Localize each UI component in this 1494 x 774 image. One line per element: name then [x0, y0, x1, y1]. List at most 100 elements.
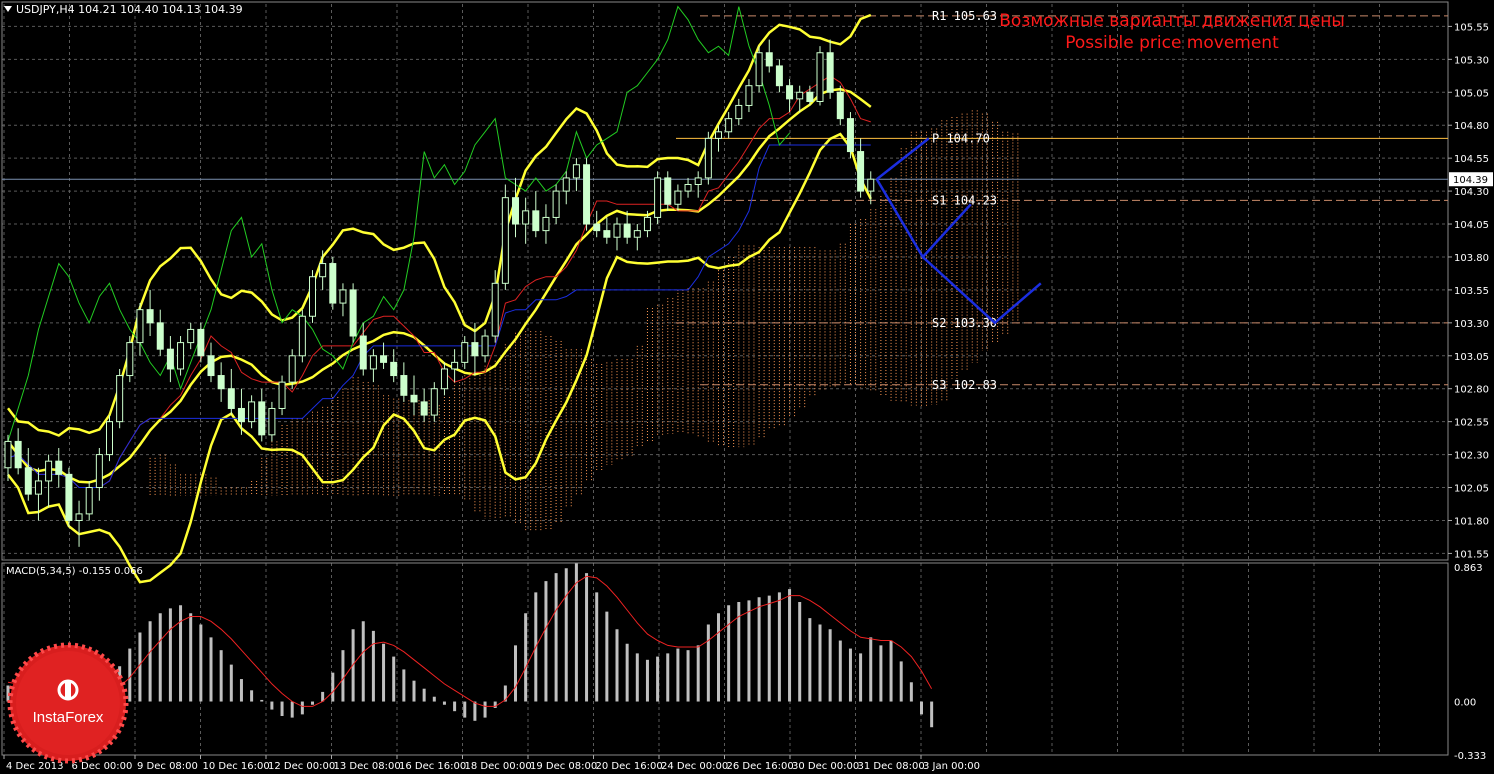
time-tick-label: 19 Dec 08:00	[530, 761, 597, 772]
candle-body	[24, 467, 32, 495]
candle-body	[116, 375, 124, 423]
candle-body	[237, 407, 245, 423]
candle-body	[461, 342, 469, 363]
price-tick-label: 101.80	[1454, 516, 1489, 527]
candle-body	[146, 309, 154, 324]
time-tick-label: 3 Jan 00:00	[923, 761, 980, 772]
candle-body	[359, 335, 367, 370]
candle-body	[369, 355, 377, 370]
candle-body	[65, 473, 73, 521]
price-tick-label: 102.55	[1454, 418, 1489, 429]
candle-body	[390, 361, 398, 377]
candle-body	[45, 460, 53, 482]
time-tick-label: 26 Dec 16:00	[727, 761, 794, 772]
candle-body	[85, 487, 93, 515]
candle-body	[836, 91, 844, 120]
candle-body	[451, 361, 459, 370]
candle-body	[755, 52, 763, 87]
candle-body	[786, 85, 794, 100]
macd-tick-label: 0.00	[1454, 698, 1476, 709]
price-tick-label: 104.80	[1454, 121, 1489, 132]
price-tick-label: 105.55	[1454, 22, 1489, 33]
macd-panel	[6, 563, 934, 728]
candle-body	[106, 421, 113, 456]
candle-body	[278, 381, 286, 409]
time-tick-label: 18 Dec 00:00	[465, 761, 532, 772]
time-tick-label: 13 Dec 08:00	[334, 761, 401, 772]
price-tick-label: 103.55	[1454, 286, 1489, 297]
candle-body	[227, 388, 235, 409]
candle-body	[826, 52, 834, 93]
candle-body	[867, 178, 875, 192]
candle-body	[329, 263, 337, 304]
price-tick-label: 102.05	[1454, 484, 1489, 495]
current-price-label: 104.39	[1453, 175, 1488, 186]
indicator-lines	[7, 5, 872, 584]
projection-lines	[875, 137, 1042, 325]
macd-tick-label: 0.863	[1454, 563, 1483, 574]
price-tick-label: 104.05	[1454, 220, 1489, 231]
candle-body	[248, 401, 256, 423]
candle-body	[288, 355, 296, 383]
header-triangle-icon	[4, 6, 12, 12]
candle-body	[440, 368, 448, 390]
candle-body	[552, 190, 560, 218]
candle-body	[715, 131, 722, 139]
candle-body	[674, 190, 682, 205]
macd-signal-line	[7, 575, 933, 707]
candle-body	[684, 184, 692, 192]
level-label-S2: S2 103.30	[932, 316, 997, 330]
candle-body	[643, 216, 651, 232]
candle-body	[55, 460, 63, 475]
candle-body	[796, 91, 804, 100]
candle-body	[481, 335, 489, 357]
instaforex-logo: InstaForex	[7, 642, 129, 764]
candle-body	[339, 289, 347, 304]
candle-body	[349, 289, 357, 337]
candle-body	[603, 230, 611, 238]
price-tick-label: 103.05	[1454, 352, 1489, 363]
candle-body	[735, 104, 743, 120]
usdjpy-chart[interactable]: R1 105.63 P 104.70 S1 104.23 S2 103.30 S3 10…	[0, 0, 1494, 774]
candle-body	[126, 342, 134, 377]
candle-body	[309, 276, 316, 317]
candle-body	[14, 440, 22, 469]
candle-body	[501, 197, 509, 284]
candle-body	[654, 177, 662, 218]
candle-body	[75, 513, 83, 521]
time-tick-label: 4 Dec 2013	[6, 761, 64, 772]
candle-body	[156, 322, 164, 350]
candle-body	[846, 118, 854, 153]
price-tick-label: 102.30	[1454, 451, 1489, 462]
candle-body	[380, 355, 388, 363]
candle-body	[633, 230, 641, 238]
candle-body	[613, 223, 621, 238]
candle-body	[400, 375, 408, 396]
candle-body	[572, 164, 580, 179]
candle-body	[806, 91, 814, 102]
candle-body	[298, 315, 306, 357]
time-tick-label: 6 Dec 00:00	[72, 761, 133, 772]
level-label-R1: R1 105.63	[932, 9, 997, 23]
candle-body	[166, 348, 174, 370]
macd-header: MACD(5,34,5) -0.155 0.066	[6, 566, 143, 577]
level-label-P: P 104.70	[932, 131, 990, 145]
candle-body	[420, 401, 428, 416]
candle-body	[664, 177, 672, 205]
level-label-S3: S3 102.83	[932, 378, 997, 392]
price-tick-label: 105.30	[1454, 55, 1489, 66]
price-tick-label: 103.80	[1454, 253, 1489, 264]
candle-body	[177, 342, 185, 370]
candle-body	[268, 407, 276, 436]
price-tick-label: 102.80	[1454, 385, 1489, 396]
candle-body	[471, 342, 479, 357]
candle-body	[816, 52, 824, 102]
candle-body	[34, 480, 42, 495]
candle-body	[532, 210, 540, 232]
price-tick-label: 104.55	[1454, 154, 1489, 165]
time-tick-label: 20 Dec 16:00	[596, 761, 663, 772]
time-tick-label: 12 Dec 00:00	[268, 761, 335, 772]
candle-body	[745, 85, 753, 106]
candle-body	[4, 440, 12, 469]
candle-body	[562, 177, 570, 192]
